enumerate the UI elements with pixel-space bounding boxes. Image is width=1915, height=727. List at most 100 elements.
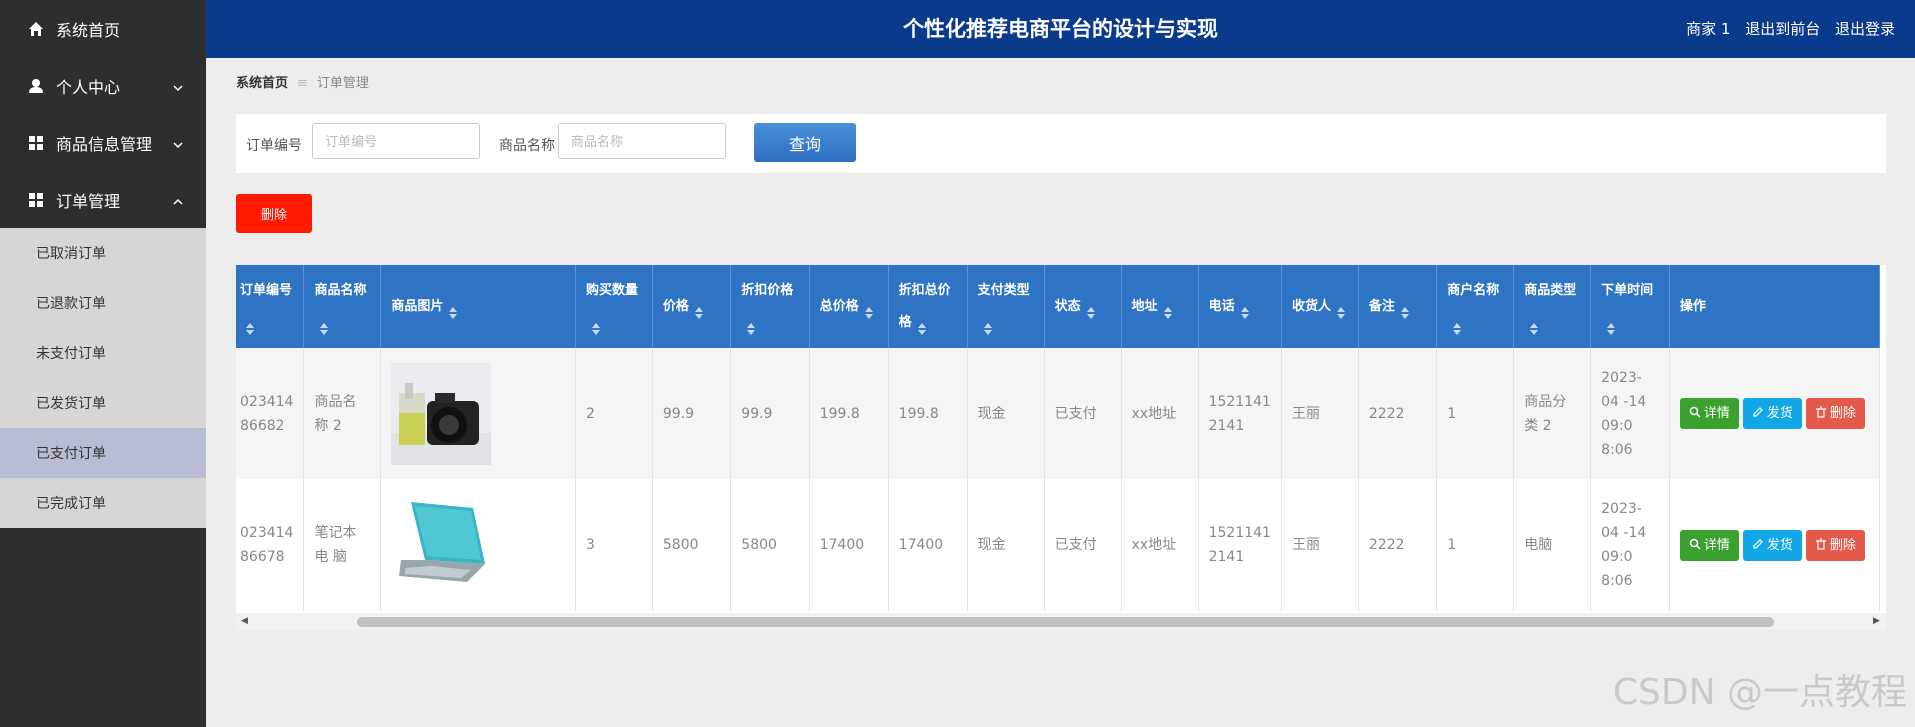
ship-button[interactable]: 发货 bbox=[1742, 529, 1802, 561]
sort-icon[interactable] bbox=[917, 316, 926, 335]
trash-icon bbox=[1815, 406, 1826, 418]
product-name-input[interactable] bbox=[558, 123, 726, 159]
sidebar-item-product-management[interactable]: 商品信息管理 bbox=[0, 114, 206, 171]
sidebar-item-home[interactable]: 系统首页 bbox=[0, 0, 206, 57]
edit-icon bbox=[1753, 407, 1763, 417]
ship-label: 发货 bbox=[1766, 537, 1793, 553]
cell-order-time: 2023-04 -14 09:0 8:06 bbox=[1590, 479, 1670, 611]
breadcrumb-home[interactable]: 系统首页 bbox=[236, 76, 288, 91]
search-icon bbox=[1689, 406, 1701, 418]
submenu-item-completed[interactable]: 已完成订单 bbox=[0, 478, 206, 528]
submenu-item-unpaid[interactable]: 未支付订单 bbox=[0, 328, 206, 378]
header-label: 地址 bbox=[1131, 298, 1158, 314]
breadcrumb-current: 订单管理 bbox=[316, 76, 369, 91]
scrollbar-thumb[interactable] bbox=[357, 617, 1774, 627]
col-header-order-no[interactable]: 订单编号 bbox=[236, 265, 305, 348]
search-panel: 订单编号 商品名称 查询 bbox=[236, 114, 1886, 173]
logout-link[interactable]: 退出登录 bbox=[1835, 20, 1895, 38]
bulk-delete-button[interactable]: 删除 bbox=[236, 194, 312, 233]
sort-icon[interactable] bbox=[694, 300, 703, 319]
order-submenu: 已取消订单 已退款订单 未支付订单 已发货订单 已支付订单 已完成订单 bbox=[0, 228, 206, 528]
col-header-category[interactable]: 商品类型 bbox=[1513, 265, 1592, 348]
cell-status: 已支付 bbox=[1044, 479, 1122, 611]
query-button[interactable]: 查询 bbox=[754, 123, 856, 162]
sidebar-item-order-management[interactable]: 订单管理 bbox=[0, 171, 206, 228]
scroll-right-arrow-icon[interactable]: ▶ bbox=[1873, 616, 1883, 626]
cell-price: 5800 bbox=[652, 479, 732, 611]
col-header-order-time[interactable]: 下单时间 bbox=[1590, 265, 1670, 348]
header-user-area: 商家 1 退出到前台 退出登录 bbox=[1676, 0, 1895, 58]
col-header-product-image[interactable]: 商品图片 bbox=[380, 265, 576, 348]
sort-icon[interactable] bbox=[864, 300, 873, 319]
ship-button[interactable]: 发货 bbox=[1742, 398, 1802, 429]
chevron-down-icon bbox=[172, 79, 184, 92]
sort-icon[interactable] bbox=[1336, 300, 1345, 319]
cell-price: 99.9 bbox=[652, 348, 732, 479]
sort-icon[interactable] bbox=[747, 316, 756, 335]
header-label: 商品名称 bbox=[314, 282, 367, 298]
sidebar-item-profile[interactable]: 个人中心 bbox=[0, 57, 206, 114]
col-header-phone[interactable]: 电话 bbox=[1198, 265, 1282, 348]
col-header-discount-price[interactable]: 折扣价格 bbox=[730, 265, 810, 348]
col-header-address[interactable]: 地址 bbox=[1121, 265, 1199, 348]
table-header-row: 订单编号 商品名称 商品图片 购买数量 价格 折扣价格 总价格 折扣总价格 支付… bbox=[236, 265, 1881, 348]
submenu-item-paid[interactable]: 已支付订单 bbox=[0, 428, 206, 478]
search-icon bbox=[1689, 538, 1701, 550]
sort-icon[interactable] bbox=[1086, 300, 1095, 319]
sort-icon[interactable] bbox=[1530, 316, 1539, 335]
table-row: 023414 86682 商品名称 2 2 99.9 99.9 199.8 19… bbox=[236, 348, 1881, 479]
col-header-pay-type[interactable]: 支付类型 bbox=[967, 265, 1045, 348]
submenu-item-shipped[interactable]: 已发货订单 bbox=[0, 378, 206, 428]
delete-row-button[interactable]: 删除 bbox=[1805, 529, 1865, 561]
sort-icon[interactable] bbox=[1400, 300, 1409, 319]
cell-total: 17400 bbox=[809, 479, 889, 611]
sort-icon[interactable] bbox=[1163, 300, 1172, 319]
horizontal-scrollbar[interactable]: ◀ ▶ bbox=[236, 613, 1886, 630]
cell-receiver: 王丽 bbox=[1281, 348, 1359, 479]
cell-order-no: 023414 86678 bbox=[236, 479, 305, 611]
sort-icon[interactable] bbox=[246, 316, 254, 335]
col-header-product-name[interactable]: 商品名称 bbox=[303, 265, 382, 348]
col-header-receiver[interactable]: 收货人 bbox=[1281, 265, 1359, 348]
col-header-remark[interactable]: 备注 bbox=[1358, 265, 1438, 348]
cell-address: xx地址 bbox=[1121, 348, 1199, 479]
submenu-item-refunded[interactable]: 已退款订单 bbox=[0, 278, 206, 328]
submenu-item-cancelled[interactable]: 已取消订单 bbox=[0, 228, 206, 278]
header-label: 购买数量 bbox=[585, 282, 638, 298]
detail-button[interactable]: 详情 bbox=[1679, 529, 1739, 561]
user-icon bbox=[28, 78, 44, 94]
delete-label: 删除 bbox=[1829, 406, 1856, 421]
trash-icon bbox=[1815, 537, 1826, 550]
cell-order-no: 023414 86682 bbox=[236, 348, 305, 479]
header-label: 订单编号 bbox=[240, 282, 293, 298]
watermark: CSDN @一点教程 bbox=[1612, 672, 1907, 713]
col-header-quantity[interactable]: 购买数量 bbox=[575, 265, 653, 348]
back-to-front-link[interactable]: 退出到前台 bbox=[1745, 20, 1820, 38]
sort-icon[interactable] bbox=[1453, 316, 1462, 335]
col-header-status[interactable]: 状态 bbox=[1044, 265, 1122, 348]
delete-label: 删除 bbox=[1829, 537, 1856, 553]
sort-icon[interactable] bbox=[591, 316, 600, 335]
sort-icon[interactable] bbox=[983, 316, 992, 335]
col-header-discount-total[interactable]: 折扣总价格 bbox=[888, 265, 968, 348]
chevron-up-icon bbox=[172, 193, 184, 205]
detail-button[interactable]: 详情 bbox=[1679, 398, 1739, 429]
header-label: 折扣价格 bbox=[741, 282, 794, 298]
sort-icon[interactable] bbox=[320, 316, 329, 335]
col-header-merchant[interactable]: 商户名称 bbox=[1436, 265, 1515, 348]
cell-order-time: 2023-04 -14 09:0 8:06 bbox=[1590, 348, 1670, 479]
cell-discount-price: 5800 bbox=[730, 479, 810, 611]
sidebar: 系统首页 个人中心 商品信息管理 订单管理 已取消订单 已退款订单 未支付订单 … bbox=[0, 0, 206, 727]
cell-category: 电脑 bbox=[1513, 479, 1592, 611]
scroll-left-arrow-icon[interactable]: ◀ bbox=[241, 616, 251, 626]
cell-product-image bbox=[380, 348, 576, 479]
col-header-price[interactable]: 价格 bbox=[652, 265, 732, 348]
col-header-total[interactable]: 总价格 bbox=[809, 265, 889, 348]
order-table: 订单编号 商品名称 商品图片 购买数量 价格 折扣价格 总价格 折扣总价格 支付… bbox=[236, 265, 1881, 611]
sort-icon[interactable] bbox=[1607, 316, 1616, 335]
sort-icon[interactable] bbox=[1240, 300, 1249, 319]
delete-row-button[interactable]: 删除 bbox=[1805, 398, 1865, 429]
grid-icon bbox=[28, 135, 44, 151]
sort-icon[interactable] bbox=[449, 300, 458, 319]
order-no-input[interactable] bbox=[312, 123, 480, 159]
